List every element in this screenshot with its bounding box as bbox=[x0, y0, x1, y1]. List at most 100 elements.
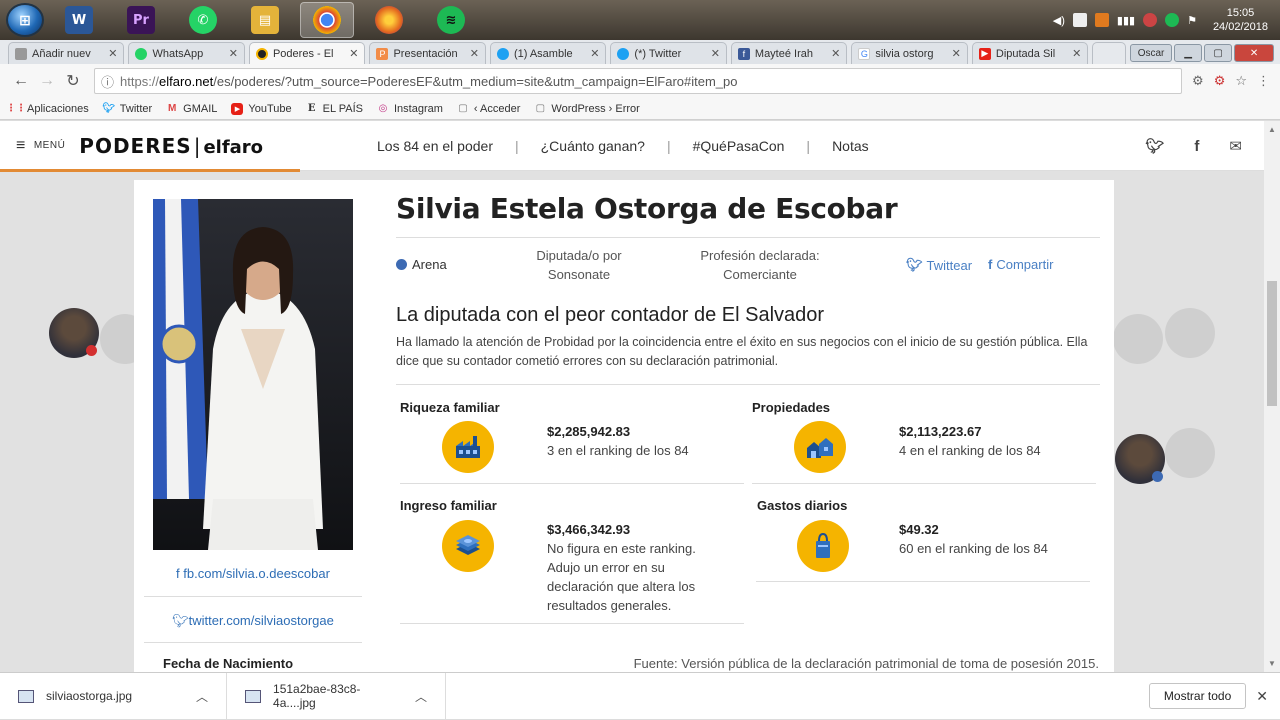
tab-2[interactable]: WhatsApp ✕ bbox=[128, 42, 245, 64]
spotify-tray-icon[interactable] bbox=[1165, 13, 1180, 27]
info-icon[interactable]: ⓘ bbox=[101, 72, 114, 91]
back-button[interactable]: ← bbox=[10, 72, 32, 90]
elfaro-favicon-icon bbox=[255, 47, 268, 60]
scroll-up-icon[interactable]: ▲ bbox=[1268, 125, 1276, 134]
stat-propiedades-value: $2,113,223.67 bbox=[899, 424, 982, 439]
mail-icon[interactable]: ✉ bbox=[1229, 137, 1242, 155]
close-tab-icon[interactable]: ✕ bbox=[229, 47, 238, 60]
start-button[interactable]: ⊞ bbox=[6, 3, 44, 37]
bookmark-elpais[interactable]: E EL PAÍS bbox=[306, 103, 363, 115]
presentation-favicon-icon: P bbox=[376, 47, 389, 60]
profile-button[interactable]: Oscar bbox=[1130, 44, 1173, 62]
close-downloads-icon[interactable]: ✕ bbox=[1256, 688, 1268, 705]
taskbar-spotify[interactable]: ≋ bbox=[424, 2, 478, 38]
bookmark-wordpress[interactable]: ▢ WordPress › Error bbox=[534, 103, 640, 115]
volume-icon[interactable]: ◀) bbox=[1053, 14, 1065, 27]
divider bbox=[756, 581, 1090, 582]
menu-button[interactable]: ≡ MENÚ bbox=[16, 137, 65, 155]
close-tab-icon[interactable]: ✕ bbox=[952, 47, 961, 60]
close-tab-icon[interactable]: ✕ bbox=[831, 47, 840, 60]
divider bbox=[144, 596, 362, 597]
tab-3-active[interactable]: Poderes - El ✕ bbox=[248, 42, 366, 64]
extension-icon-2[interactable]: ⚙ bbox=[1214, 73, 1226, 89]
chevron-up-icon[interactable]: ︿ bbox=[415, 688, 427, 705]
twitter-profile-link[interactable]: 🐦︎twitter.com/silviaostorgae bbox=[144, 613, 362, 629]
nav-quepasacon[interactable]: #QuéPasaCon bbox=[693, 138, 785, 154]
reload-button[interactable]: ↻ bbox=[62, 71, 84, 91]
forward-button[interactable]: → bbox=[36, 72, 58, 90]
flag-icon[interactable]: ⚑ bbox=[1187, 14, 1197, 27]
money-stack-icon bbox=[442, 520, 494, 572]
app-tray-icon[interactable] bbox=[1143, 13, 1158, 27]
system-clock[interactable]: 15:05 24/02/2018 bbox=[1213, 6, 1268, 34]
bookmark-apps[interactable]: ⋮⋮ Aplicaciones bbox=[6, 102, 89, 115]
bookmark-instagram[interactable]: ◎ Instagram bbox=[377, 103, 443, 115]
party-dot bbox=[86, 345, 97, 356]
tab-5[interactable]: (1) Asamble ✕ bbox=[489, 42, 607, 64]
taskbar-whatsapp[interactable]: ✆ bbox=[176, 2, 230, 38]
taskbar-firefox[interactable] bbox=[362, 2, 416, 38]
taskbar-explorer[interactable]: ▤ bbox=[238, 2, 292, 38]
tab-7[interactable]: f Mayteé Irah ✕ bbox=[730, 42, 848, 64]
facebook-profile-link[interactable]: f fb.com/silvia.o.deescobar bbox=[144, 566, 362, 581]
close-tab-icon[interactable]: ✕ bbox=[108, 47, 117, 60]
tab-9[interactable]: ▶ Diputada Sil ✕ bbox=[971, 42, 1089, 64]
extension-icon[interactable]: ⚙ bbox=[1192, 73, 1204, 89]
deputy-avatar[interactable] bbox=[1165, 428, 1215, 478]
update-icon[interactable] bbox=[1094, 13, 1109, 27]
battery-icon[interactable] bbox=[1072, 13, 1087, 27]
word-icon: W bbox=[65, 6, 93, 34]
facebook-icon[interactable]: f bbox=[1194, 138, 1199, 155]
logo-divider: | bbox=[193, 133, 202, 158]
tweet-button[interactable]: 🐦︎ Twittear bbox=[906, 257, 972, 273]
download-item[interactable]: 151a2bae-83c8-4a....jpg ︿ bbox=[227, 672, 447, 720]
close-tab-icon[interactable]: ✕ bbox=[1072, 47, 1081, 60]
stat-ingreso-rank: No figura en este ranking. Adujo un erro… bbox=[547, 539, 727, 615]
minimize-button[interactable]: ▁ bbox=[1174, 44, 1203, 62]
deputy-avatar[interactable] bbox=[1113, 314, 1163, 364]
page-scrollbar[interactable]: ▲ ▼ bbox=[1264, 121, 1280, 672]
chevron-up-icon[interactable]: ︿ bbox=[196, 688, 208, 705]
tab-4[interactable]: P Presentación ✕ bbox=[369, 42, 486, 64]
close-tab-icon[interactable]: ✕ bbox=[470, 47, 479, 60]
maximize-button[interactable]: ▢ bbox=[1204, 44, 1233, 62]
new-tab-button[interactable] bbox=[1092, 42, 1127, 64]
taskbar-premiere[interactable]: Pr bbox=[114, 2, 168, 38]
nav-notas[interactable]: Notas bbox=[832, 138, 869, 154]
download-item[interactable]: silviaostorga.jpg ︿ bbox=[0, 672, 228, 720]
chrome-menu-icon[interactable]: ⋮ bbox=[1257, 73, 1270, 89]
taskbar-word[interactable]: W bbox=[52, 2, 106, 38]
signal-icon[interactable]: ▮▮▮ bbox=[1117, 14, 1135, 27]
bookmark-twitter[interactable]: 🐦︎ Twitter bbox=[102, 103, 152, 115]
profile-summary: Ha llamado la atención de Probidad por l… bbox=[396, 335, 1088, 368]
close-window-button[interactable]: ✕ bbox=[1234, 44, 1275, 62]
nav-cuanto-ganan[interactable]: ¿Cuánto ganan? bbox=[541, 138, 645, 154]
scroll-down-icon[interactable]: ▼ bbox=[1268, 659, 1276, 668]
download-filename: silviaostorga.jpg bbox=[46, 689, 133, 703]
share-button[interactable]: f Compartir bbox=[988, 257, 1053, 272]
close-tab-icon[interactable]: ✕ bbox=[349, 47, 358, 60]
bookmark-label: Aplicaciones bbox=[27, 102, 89, 115]
close-tab-icon[interactable]: ✕ bbox=[590, 47, 599, 60]
bookmark-gmail[interactable]: M GMAIL bbox=[166, 103, 217, 115]
url-bar[interactable]: ⓘ https://elfaro.net/es/poderes/?utm_sou… bbox=[94, 68, 1183, 94]
bookmark-star-icon[interactable]: ☆ bbox=[1235, 73, 1247, 89]
show-all-downloads-button[interactable]: Mostrar todo bbox=[1148, 683, 1247, 709]
deputy-avatar[interactable] bbox=[1165, 308, 1215, 358]
district-info: Diputada/o por Sonsonate bbox=[504, 246, 654, 284]
tab-6[interactable]: (*) Twitter ✕ bbox=[610, 42, 727, 64]
twitter-favicon-icon bbox=[617, 47, 630, 60]
twitter-icon[interactable]: 🐦︎ bbox=[1145, 137, 1164, 155]
stat-ingreso-title: Ingreso familiar bbox=[400, 498, 497, 513]
tab-8[interactable]: Gsilvia ostorg ✕ bbox=[851, 42, 968, 64]
scroll-thumb[interactable] bbox=[1267, 281, 1277, 406]
close-tab-icon[interactable]: ✕ bbox=[711, 47, 720, 60]
bookmark-youtube[interactable]: ▶ YouTube bbox=[231, 102, 292, 115]
site-logo[interactable]: PODERES | elfaro bbox=[79, 134, 263, 158]
tab-1[interactable]: Añadir nuev ✕ bbox=[8, 42, 125, 64]
downloads-bar: silviaostorga.jpg ︿ 151a2bae-83c8-4a....… bbox=[0, 672, 1280, 720]
browser-tab-strip: Añadir nuev ✕ WhatsApp ✕ Poderes - El ✕ P Pr… bbox=[0, 40, 1280, 64]
bookmark-acceder[interactable]: ▢ ‹ Acceder bbox=[457, 103, 520, 115]
nav-los-84[interactable]: Los 84 en el poder bbox=[377, 138, 493, 154]
taskbar-chrome[interactable] bbox=[300, 2, 354, 38]
